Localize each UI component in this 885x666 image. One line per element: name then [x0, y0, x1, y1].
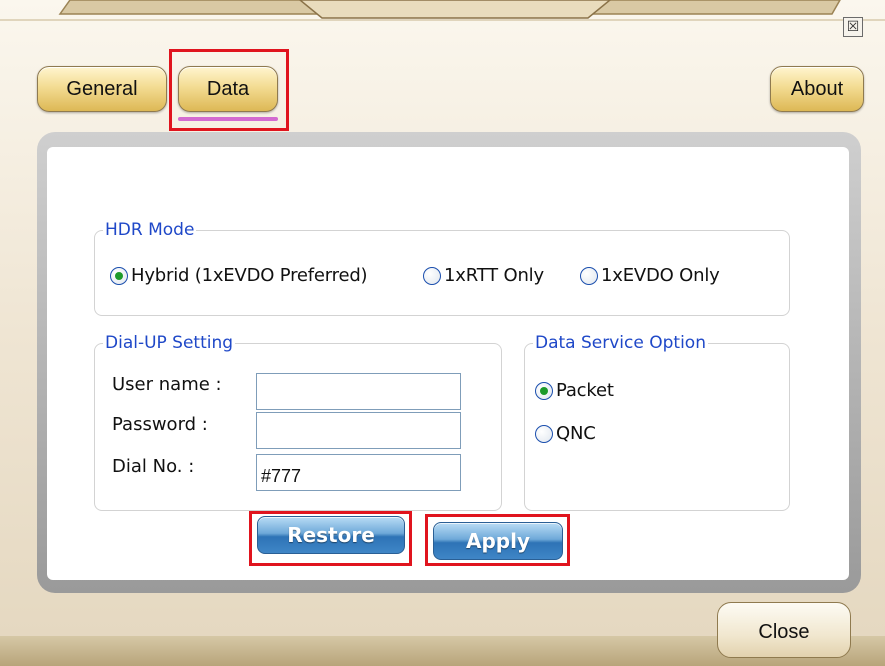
- title-bar-decoration: [0, 0, 885, 21]
- tab-about[interactable]: About: [770, 66, 864, 112]
- radio-button-icon[interactable]: [110, 266, 128, 285]
- radio-selected-dot: [540, 386, 548, 395]
- settings-window: ☒ General Data About HDR Mode Hybrid (1x…: [0, 0, 885, 666]
- username-label: User name :: [112, 374, 222, 395]
- radio-1xevdo-only[interactable]: 1xEVDO Only: [580, 265, 720, 286]
- radio-qnc-label: QNC: [556, 423, 596, 444]
- radio-button-icon[interactable]: [535, 381, 553, 400]
- radio-button-icon[interactable]: [423, 266, 441, 285]
- password-field[interactable]: [256, 412, 461, 449]
- data-service-option-group: Data Service Option: [524, 333, 790, 511]
- close-button[interactable]: Close: [717, 602, 851, 658]
- radio-hybrid[interactable]: Hybrid (1xEVDO Preferred): [110, 265, 368, 286]
- radio-1xrtt-only[interactable]: 1xRTT Only: [423, 265, 544, 286]
- highlight-box-apply: [425, 514, 570, 566]
- password-label: Password :: [112, 414, 208, 435]
- hdr-mode-legend: HDR Mode: [105, 220, 195, 240]
- radio-qnc[interactable]: QNC: [535, 423, 596, 444]
- radio-1xevdo-label: 1xEVDO Only: [601, 265, 720, 286]
- radio-button-icon[interactable]: [580, 266, 598, 285]
- radio-packet[interactable]: Packet: [535, 380, 614, 401]
- dial-number-field[interactable]: [256, 454, 461, 491]
- username-field[interactable]: [256, 373, 461, 410]
- tab-general[interactable]: General: [37, 66, 167, 112]
- highlight-box-data-tab: [169, 49, 289, 131]
- data-service-option-legend: Data Service Option: [535, 333, 706, 353]
- dialup-setting-legend: Dial-UP Setting: [105, 333, 234, 353]
- highlight-box-restore: [249, 511, 412, 566]
- radio-selected-dot: [115, 271, 123, 280]
- close-window-icon[interactable]: ☒: [843, 17, 863, 37]
- radio-1xrtt-label: 1xRTT Only: [444, 265, 544, 286]
- radio-hybrid-label: Hybrid (1xEVDO Preferred): [131, 265, 368, 286]
- radio-packet-label: Packet: [556, 380, 614, 401]
- radio-button-icon[interactable]: [535, 424, 553, 443]
- dial-number-label: Dial No. :: [112, 456, 195, 477]
